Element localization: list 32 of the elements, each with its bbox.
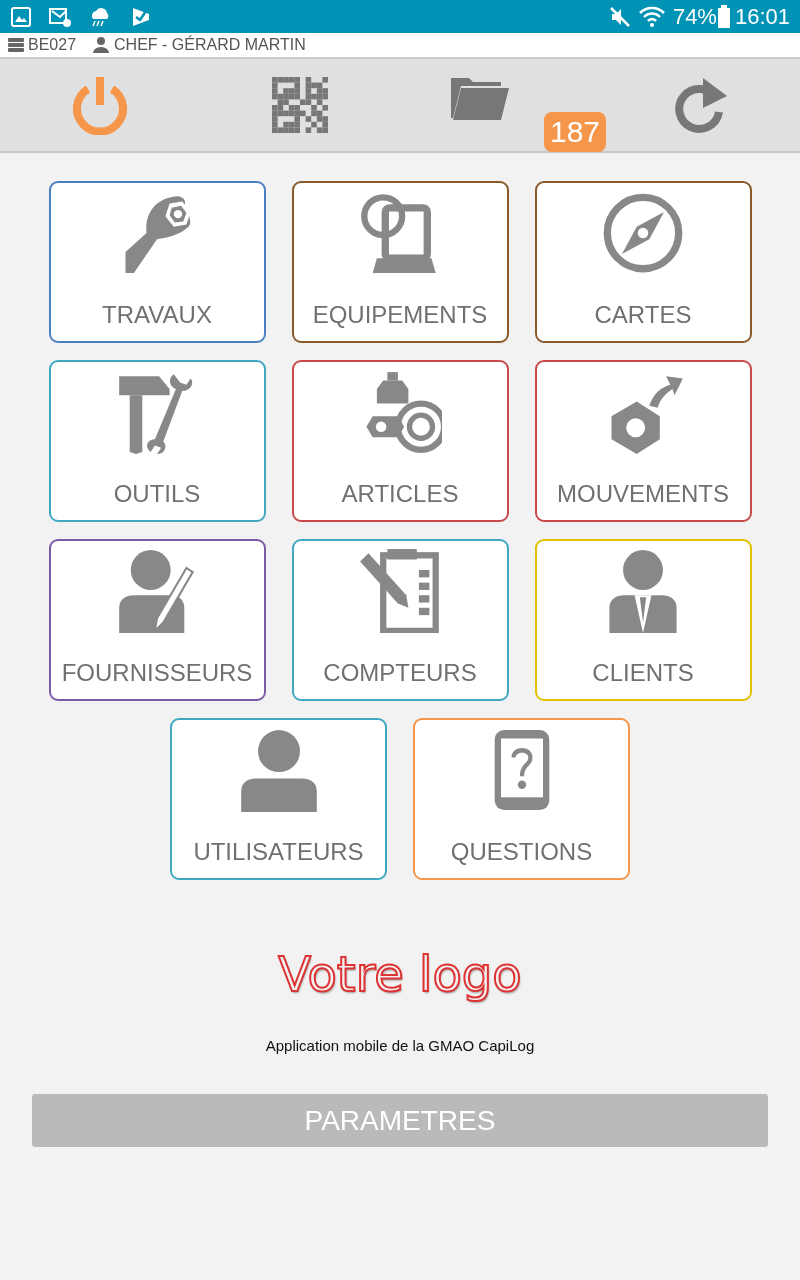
menu-tile[interactable]: TRAVAUX (48, 181, 266, 343)
menu-tile[interactable]: CLIENTS (534, 539, 752, 701)
clock-time: 16:01 (734, 3, 790, 31)
mute-icon (608, 5, 631, 28)
menu-tile[interactable]: CARTES (534, 181, 752, 343)
menu-tile[interactable]: MOUVEMENTS (534, 360, 752, 522)
qr-code-icon[interactable] (272, 77, 328, 133)
menu-tile[interactable]: EQUIPEMENTS (291, 181, 509, 343)
menu-tile[interactable]: UTILISATEURS (170, 718, 387, 880)
folder-icon[interactable] (451, 76, 509, 120)
server-icon (8, 37, 24, 53)
app-caption: Application mobile de la GMAO CapiLog (265, 1037, 535, 1054)
power-icon[interactable] (70, 75, 130, 135)
battery-icon (716, 4, 731, 29)
compass-icon (601, 191, 685, 275)
logo-text: Votre logo (278, 946, 522, 1002)
clipboard-pen-icon (358, 549, 442, 633)
mail-icon (48, 5, 72, 28)
menu-tile[interactable]: OUTILS (48, 360, 266, 522)
check-icon (130, 5, 152, 28)
site-code: BE027 (28, 35, 77, 55)
user-icon (92, 37, 111, 53)
menu-tile[interactable]: QUESTIONS (413, 718, 630, 880)
refresh-icon[interactable] (673, 76, 727, 134)
menu-tile[interactable]: COMPTEURS (291, 539, 509, 701)
image-icon (10, 5, 32, 28)
menu-tile[interactable]: ARTICLES (291, 360, 509, 522)
menu-tile[interactable]: FOURNISSEURS (48, 539, 266, 701)
user-name: CHEF - GÉRARD MARTIN (114, 34, 306, 55)
battery-percentage: 74% (672, 3, 717, 31)
count-badge: 187 (544, 112, 607, 152)
wifi-icon (638, 4, 665, 29)
